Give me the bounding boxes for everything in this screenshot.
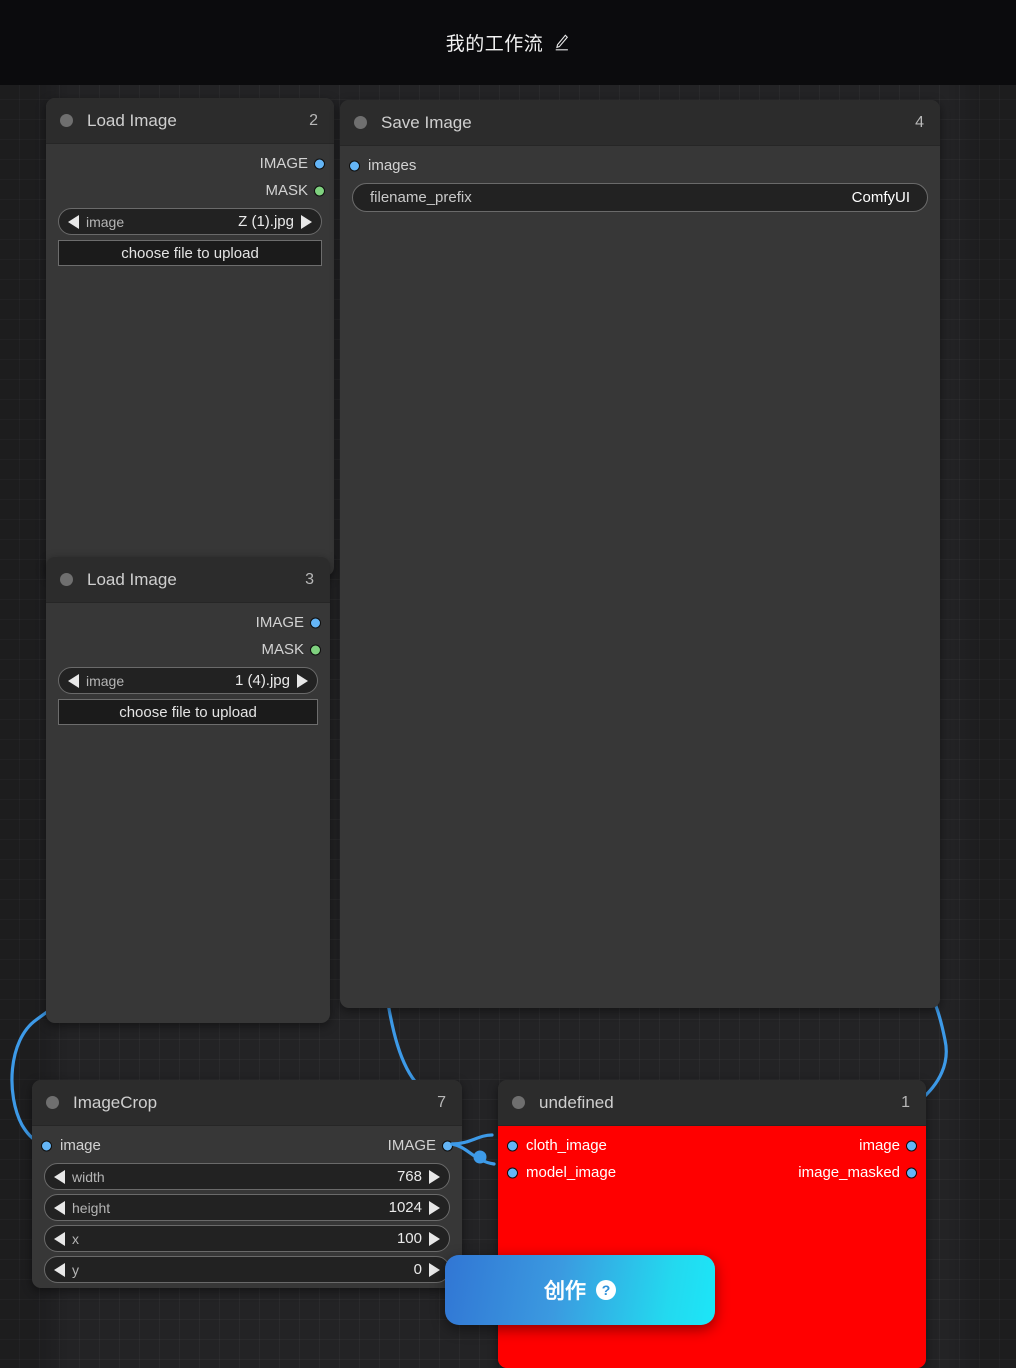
workflow-title-group: 我的工作流 xyxy=(446,29,571,56)
link-wires-over xyxy=(450,1133,496,1166)
top-bar: 我的工作流 xyxy=(0,0,1016,85)
app-root: 我的工作流 Load Image 2 IMAGE MASK image Z (1… xyxy=(0,0,1016,1368)
link-midpoint-dot xyxy=(473,1150,487,1164)
question-mark-icon[interactable]: ? xyxy=(596,1280,616,1300)
graph-canvas[interactable]: Load Image 2 IMAGE MASK image Z (1).jpg xyxy=(0,85,1016,1368)
create-button-label: 创作 xyxy=(544,1280,586,1303)
pencil-icon[interactable] xyxy=(553,33,570,52)
page-title: 我的工作流 xyxy=(445,34,544,55)
create-button[interactable]: 创作 ? xyxy=(445,1255,715,1325)
